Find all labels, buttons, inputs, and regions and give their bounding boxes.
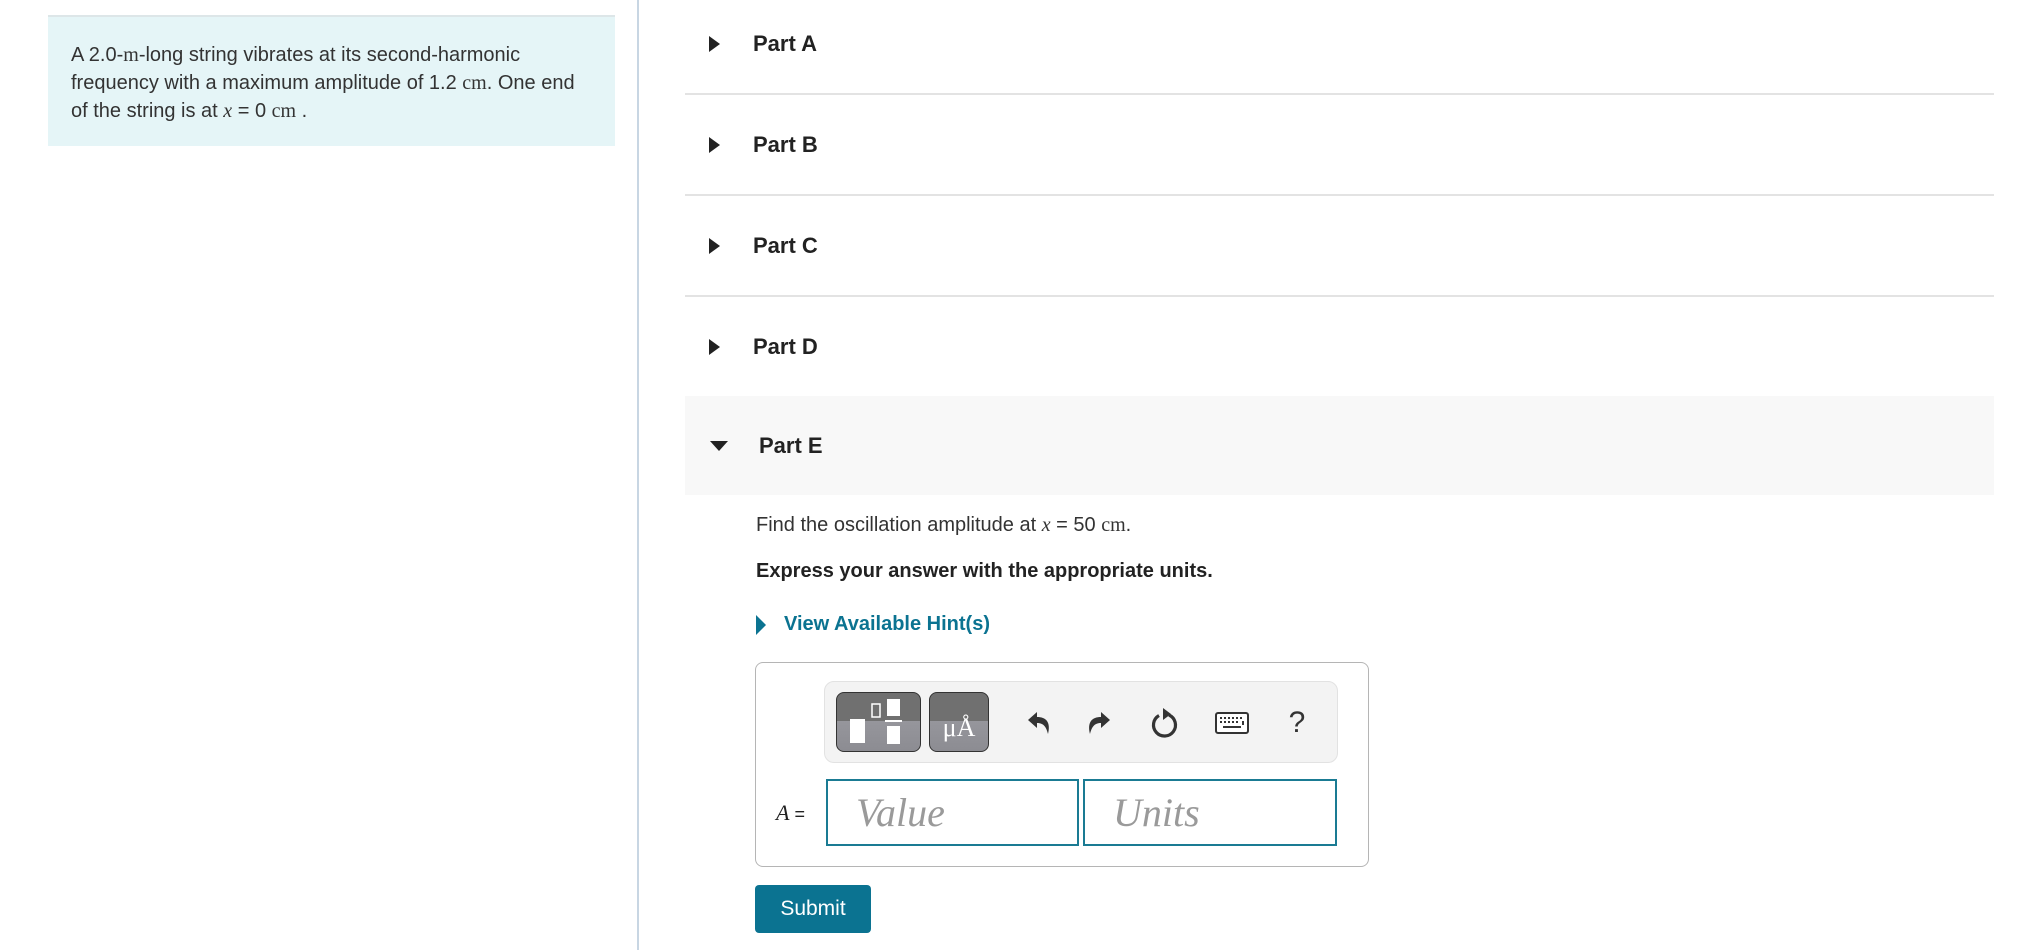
question-suffix: . (1125, 514, 1132, 536)
expand-triangle-icon (709, 136, 720, 153)
var-x: x (1041, 514, 1051, 536)
part-b-header[interactable]: Part B (685, 95, 1994, 196)
units-input[interactable] (1083, 779, 1337, 846)
unit-m: m (123, 44, 139, 66)
part-e-header[interactable]: Part E (685, 396, 1994, 495)
help-icon: ? (1288, 706, 1306, 739)
part-label: Part D (753, 333, 818, 359)
question-eq: = 50 (1050, 514, 1102, 536)
reset-icon (1151, 708, 1178, 738)
redo-icon (1089, 712, 1110, 734)
part-label: Part E (759, 432, 823, 458)
question-text: Find the oscillation amplitude at x = 50… (756, 514, 1131, 537)
unit-cm: cm (462, 72, 487, 94)
undo-icon (1028, 712, 1049, 734)
problem-text-2: -long string vibrates at its second-harm… (71, 44, 521, 94)
view-hints-link[interactable]: View Available Hint(s) (756, 613, 990, 636)
submit-button[interactable]: Submit (755, 885, 871, 933)
equals-sign: = (789, 804, 805, 824)
part-label: Part B (753, 131, 818, 157)
templates-icon (850, 699, 902, 744)
variable-name: A (776, 800, 790, 825)
hint-link-label: View Available Hint(s) (784, 613, 990, 635)
help-button[interactable]: ? (1279, 705, 1315, 741)
expand-triangle-icon (709, 338, 720, 355)
value-input[interactable] (826, 779, 1079, 846)
part-c-header[interactable]: Part C (685, 196, 1994, 297)
part-a-header[interactable]: Part A (685, 0, 1994, 95)
redo-button[interactable] (1080, 705, 1116, 741)
problem-text-1: A 2.0- (71, 44, 124, 66)
answer-variable-label: A = (776, 800, 805, 826)
part-d-header[interactable]: Part D (685, 297, 1994, 396)
problem-text-5: . (296, 100, 308, 122)
keyboard-icon (1215, 712, 1249, 734)
collapse-triangle-icon (710, 440, 728, 451)
expand-triangle-icon (709, 237, 720, 254)
instruction-text: Express your answer with the appropriate… (756, 560, 1213, 582)
units-button[interactable]: μÅ (929, 692, 989, 752)
units-icon: μÅ (942, 713, 976, 742)
expand-triangle-icon (709, 35, 720, 52)
keyboard-button[interactable] (1214, 705, 1250, 741)
templates-button[interactable] (836, 692, 921, 752)
undo-button[interactable] (1022, 705, 1058, 741)
problem-text-4: = 0 (232, 100, 272, 122)
unit-cm: cm (1101, 514, 1126, 536)
question-prefix: Find the oscillation amplitude at (756, 514, 1042, 536)
unit-cm: cm (271, 100, 297, 122)
part-label: Part A (753, 30, 817, 56)
reset-button[interactable] (1147, 705, 1183, 741)
part-label: Part C (753, 232, 818, 258)
column-divider (637, 0, 639, 950)
problem-statement: A 2.0-m-long string vibrates at its seco… (48, 15, 615, 146)
var-x: x (223, 100, 233, 122)
hint-triangle-icon (756, 614, 766, 635)
